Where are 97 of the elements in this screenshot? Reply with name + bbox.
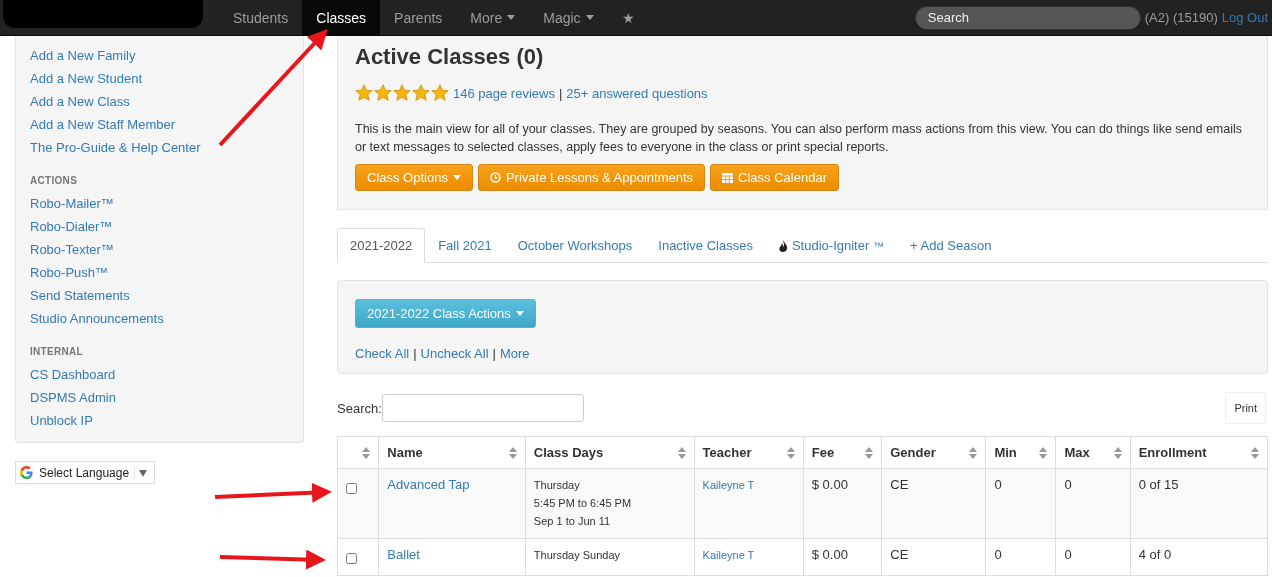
sidebar-link[interactable]: Robo-Dialer™ bbox=[30, 215, 289, 238]
season-tab[interactable]: 2021-2022 bbox=[337, 228, 426, 263]
sort-icon bbox=[508, 446, 517, 459]
table-cell: 0 bbox=[985, 538, 1056, 576]
column-header[interactable]: Min bbox=[985, 436, 1056, 469]
sidebar-link[interactable]: Add a New Family bbox=[30, 44, 289, 67]
sort-icon bbox=[1251, 446, 1259, 459]
caret-icon bbox=[585, 15, 594, 20]
class-actions-dropdown[interactable]: 2021-2022 Class Actions bbox=[355, 299, 536, 328]
reviews-link[interactable]: 146 page reviews bbox=[453, 85, 555, 101]
schedule-line: Sep 1 to Jun 11 bbox=[533, 514, 612, 529]
column-header[interactable]: Class Days bbox=[525, 436, 695, 469]
column-header[interactable]: Fee bbox=[803, 436, 882, 469]
season-tab[interactable]: October Workshops bbox=[504, 228, 646, 263]
table-cell: 4 of 0 bbox=[1130, 538, 1268, 576]
sort-icon bbox=[969, 446, 978, 459]
caret-icon bbox=[515, 311, 524, 316]
schedule-line: Thursday Sunday bbox=[533, 548, 622, 563]
sidebar-link[interactable]: Add a New Student bbox=[30, 67, 289, 90]
class-link[interactable]: Advanced Tap bbox=[387, 477, 470, 492]
sort-icon bbox=[677, 446, 686, 459]
table-cell: 0 of 15 bbox=[1130, 468, 1268, 539]
print-button[interactable]: Print bbox=[1225, 392, 1266, 424]
column-header[interactable]: Max bbox=[1055, 436, 1131, 469]
nav-link[interactable]: ★ bbox=[607, 0, 649, 35]
nav-link[interactable]: Classes bbox=[302, 0, 381, 35]
column-header[interactable] bbox=[337, 436, 379, 469]
table-cell: 0 bbox=[985, 468, 1056, 539]
class-link[interactable]: Ballet bbox=[387, 547, 420, 562]
sidebar-link[interactable]: Send Statements bbox=[30, 284, 289, 307]
season-tab[interactable]: Inactive Classes bbox=[645, 228, 766, 263]
caret-icon bbox=[507, 15, 516, 20]
action-link[interactable]: Check All bbox=[355, 346, 410, 361]
nav-link[interactable]: Students bbox=[219, 0, 303, 35]
language-select[interactable]: Select Language bbox=[15, 461, 156, 484]
schedule-line: 5:45 PM to 6:45 PM bbox=[533, 496, 633, 511]
table-cell: 0 bbox=[1055, 468, 1131, 539]
star-icon bbox=[431, 84, 449, 102]
section-heading: ACTIONS bbox=[30, 175, 79, 186]
sort-icon bbox=[362, 446, 371, 459]
table-cell: $ 0.00 bbox=[803, 468, 882, 539]
flame-icon bbox=[778, 239, 788, 252]
sort-icon bbox=[1113, 446, 1122, 459]
sidebar-link[interactable]: Add a New Staff Member bbox=[30, 113, 289, 136]
table-cell: $ 0.00 bbox=[803, 538, 882, 576]
sort-icon bbox=[786, 446, 795, 459]
table-cell: CE bbox=[881, 538, 986, 576]
season-tab[interactable]: Fall 2021 bbox=[425, 228, 505, 263]
account-id: (A2) (15190) bbox=[1144, 10, 1218, 25]
search-label: Search: bbox=[337, 400, 382, 416]
schedule-line: Thursday bbox=[533, 478, 581, 493]
column-header[interactable]: Enrollment bbox=[1130, 436, 1268, 469]
search-field[interactable]: Search bbox=[914, 5, 1141, 30]
calendar-icon bbox=[722, 172, 734, 183]
star-icon bbox=[374, 84, 392, 102]
action-link[interactable]: More bbox=[499, 346, 530, 361]
star-icon bbox=[393, 84, 411, 102]
sidebar-link[interactable]: CS Dashboard bbox=[30, 363, 289, 386]
sidebar-link[interactable]: Robo-Mailer™ bbox=[30, 192, 289, 215]
nav-link[interactable]: More bbox=[456, 0, 530, 35]
nav-link[interactable]: Magic bbox=[529, 0, 608, 35]
separator: | bbox=[492, 346, 496, 361]
star-icon bbox=[412, 84, 430, 102]
table-cell: CE bbox=[881, 468, 986, 539]
questions-link[interactable]: 25+ answered questions bbox=[566, 85, 708, 101]
sidebar-link[interactable]: Add a New Class bbox=[30, 90, 289, 113]
nav-link[interactable]: Parents bbox=[380, 0, 457, 35]
logout-link[interactable]: Log Out bbox=[1221, 10, 1268, 25]
column-header[interactable]: Gender bbox=[881, 436, 986, 469]
sidebar-link[interactable]: Robo-Push™ bbox=[30, 261, 289, 284]
season-tab[interactable]: + Add Season bbox=[897, 228, 1005, 263]
column-header[interactable]: Teacher bbox=[694, 436, 804, 469]
sort-icon bbox=[865, 446, 874, 459]
sidebar-link[interactable]: Unblock IP bbox=[30, 409, 289, 432]
row-checkbox[interactable] bbox=[346, 483, 357, 494]
action-link[interactable]: Uncheck All bbox=[420, 346, 489, 361]
sidebar-link[interactable]: Robo-Texter™ bbox=[30, 238, 289, 261]
caret-icon bbox=[452, 175, 461, 180]
clock-icon bbox=[489, 172, 501, 183]
section-heading: INTERNAL bbox=[30, 346, 84, 357]
table-search-field[interactable] bbox=[381, 394, 584, 422]
table-cell: 0 bbox=[1055, 538, 1131, 576]
column-header[interactable]: Name bbox=[378, 436, 526, 469]
separator: | bbox=[558, 85, 563, 101]
page-title: Active Classes (0) bbox=[355, 44, 545, 70]
teacher-link[interactable]: Kaileyne T bbox=[702, 549, 755, 561]
row-checkbox[interactable] bbox=[346, 553, 357, 564]
sidebar-link[interactable]: The Pro-Guide & Help Center bbox=[30, 136, 289, 159]
description: This is the main view for all of your classes. They are grouped by seasons. You can also perform mass actions from this view. You can do things like send emails or text messages to selected classes, apply fees to everyone in the class or print special reports. bbox=[355, 121, 1244, 156]
sidebar-link[interactable]: Studio Announcements bbox=[30, 307, 289, 330]
separator: | bbox=[413, 346, 417, 361]
sort-icon bbox=[1039, 446, 1048, 459]
teacher-link[interactable]: Kaileyne T bbox=[702, 479, 755, 491]
g-logo-icon bbox=[19, 465, 34, 480]
sidebar-link[interactable]: DSPMS Admin bbox=[30, 386, 289, 409]
star-icon bbox=[355, 84, 373, 102]
dropdown-arrow-icon bbox=[134, 466, 149, 479]
